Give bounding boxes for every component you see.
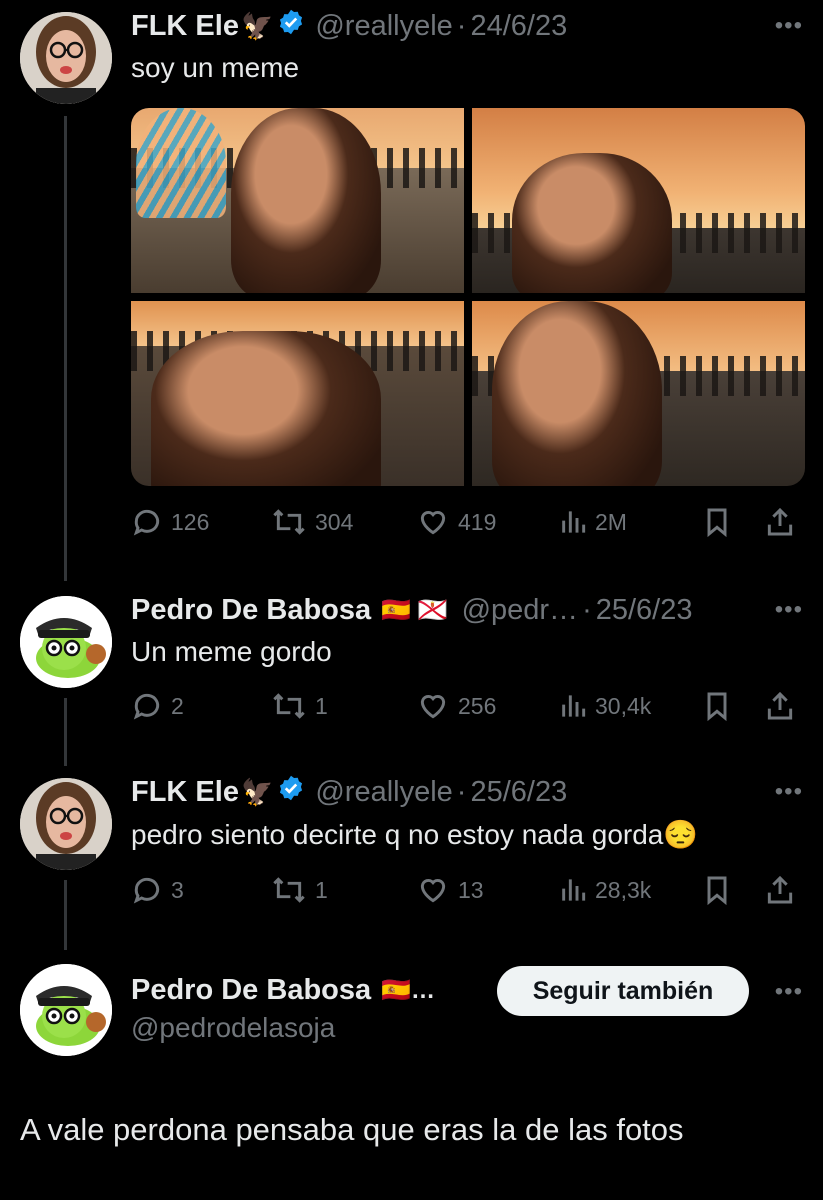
heart-icon	[420, 510, 446, 535]
repost-button[interactable]: 304	[271, 502, 353, 542]
view-count: 30,4k	[595, 692, 652, 719]
bookmark-button[interactable]	[703, 686, 731, 726]
views-button[interactable]: 30,4k	[559, 686, 651, 726]
separator: ·	[456, 775, 467, 808]
share-button[interactable]	[765, 502, 795, 542]
timestamp[interactable]: 24/6/23	[470, 10, 567, 43]
more-dots-icon[interactable]: •••	[775, 596, 803, 624]
handle[interactable]: @reallyele	[315, 10, 452, 43]
heart-icon	[420, 878, 446, 903]
bookmark-icon	[707, 876, 727, 906]
reply-button[interactable]: 2	[131, 686, 184, 726]
photo[interactable]	[131, 301, 464, 486]
views-icon	[562, 879, 586, 901]
avatar[interactable]	[20, 596, 112, 688]
tweet-text: pedro siento decirte q no estoy nada gor…	[131, 819, 699, 850]
bookmark-button[interactable]	[703, 502, 731, 542]
reply-icon	[133, 693, 160, 720]
repost-button[interactable]: 1	[271, 870, 328, 910]
tweet-header: Pedro De Babosa 🇪🇸 🇯🇪 @pedr… · 25/6/23	[131, 590, 693, 630]
view-count: 28,3k	[595, 876, 652, 903]
view-count: 2M	[595, 508, 627, 535]
repost-count: 1	[315, 876, 328, 903]
handle[interactable]: @pedrodelasoja	[131, 1012, 335, 1044]
reply-button[interactable]: 3	[131, 870, 184, 910]
views-icon	[562, 511, 586, 533]
avatar[interactable]	[20, 12, 112, 104]
share-button[interactable]	[765, 686, 795, 726]
more-dots-icon[interactable]: •••	[775, 12, 803, 40]
thread-line	[64, 880, 67, 950]
like-count: 13	[458, 876, 484, 903]
heart-icon	[420, 694, 446, 719]
photo[interactable]	[472, 108, 805, 293]
display-name[interactable]: FLK Ele	[131, 10, 239, 43]
like-count: 256	[458, 692, 497, 719]
separator: ·	[582, 593, 592, 626]
action-bar: 126 304 419 2M	[131, 502, 803, 542]
media-grid[interactable]	[131, 108, 805, 486]
reply-count: 3	[171, 876, 184, 903]
avatar[interactable]	[20, 778, 112, 870]
reply-count: 126	[171, 508, 210, 535]
repost-icon	[273, 693, 305, 719]
follow-button[interactable]: Seguir también	[497, 966, 749, 1016]
name-flags: 🇪🇸…	[381, 976, 436, 1004]
reply-icon	[133, 509, 160, 536]
verified-icon	[277, 8, 305, 44]
share-button[interactable]	[765, 870, 795, 910]
like-button[interactable]: 256	[416, 686, 496, 726]
name-emoji: 🦅	[240, 776, 274, 807]
name-emoji: 🦅	[240, 10, 274, 41]
repost-count: 1	[315, 692, 328, 719]
tweet-header: Pedro De Babosa 🇪🇸…	[131, 970, 435, 1010]
thread-line	[64, 698, 67, 766]
display-name[interactable]: Pedro De Babosa	[131, 594, 371, 627]
tweet-text: Un meme gordo	[131, 636, 332, 667]
repost-button[interactable]: 1	[271, 686, 328, 726]
repost-icon	[273, 509, 305, 535]
like-count: 419	[458, 508, 497, 535]
action-bar: 3 1 13 28,3k	[131, 870, 803, 910]
reply-icon	[133, 877, 160, 904]
tweet-text: A vale perdona pensaba que eras la de la…	[20, 1112, 684, 1147]
views-icon	[562, 695, 586, 717]
handle[interactable]: @pedr…	[462, 594, 578, 627]
share-icon	[767, 875, 793, 904]
tweet-text: soy un meme	[131, 52, 300, 83]
share-icon	[767, 507, 793, 536]
repost-icon	[273, 877, 305, 903]
separator: ·	[456, 9, 467, 42]
share-icon	[767, 691, 793, 720]
reply-button[interactable]: 126	[131, 502, 209, 542]
more-dots-icon[interactable]: •••	[775, 778, 803, 806]
like-button[interactable]: 13	[416, 870, 484, 910]
action-bar: 2 1 256 30,4k	[131, 686, 803, 726]
timestamp[interactable]: 25/6/23	[596, 594, 693, 627]
handle[interactable]: @reallyele	[315, 776, 452, 809]
views-button[interactable]: 28,3k	[559, 870, 651, 910]
repost-count: 304	[315, 508, 354, 535]
thread-line	[64, 116, 67, 581]
verified-icon	[277, 774, 305, 810]
avatar[interactable]	[20, 964, 112, 1056]
like-button[interactable]: 419	[416, 502, 496, 542]
photo[interactable]	[131, 108, 464, 293]
more-dots-icon[interactable]: •••	[775, 978, 803, 1006]
photo[interactable]	[472, 301, 805, 486]
bookmark-button[interactable]	[703, 870, 731, 910]
display-name[interactable]: FLK Ele	[131, 776, 239, 809]
bookmark-icon	[707, 508, 727, 538]
tweet-header: FLK Ele 🦅 @reallyele · 25/6/23	[131, 772, 567, 812]
timestamp[interactable]: 25/6/23	[470, 776, 567, 809]
display-name[interactable]: Pedro De Babosa	[131, 974, 371, 1007]
bookmark-icon	[707, 692, 727, 722]
tweet-header: FLK Ele 🦅 @reallyele · 24/6/23	[131, 6, 567, 46]
reply-count: 2	[171, 692, 184, 719]
name-flags: 🇪🇸 🇯🇪	[381, 596, 448, 624]
views-button[interactable]: 2M	[559, 502, 627, 542]
